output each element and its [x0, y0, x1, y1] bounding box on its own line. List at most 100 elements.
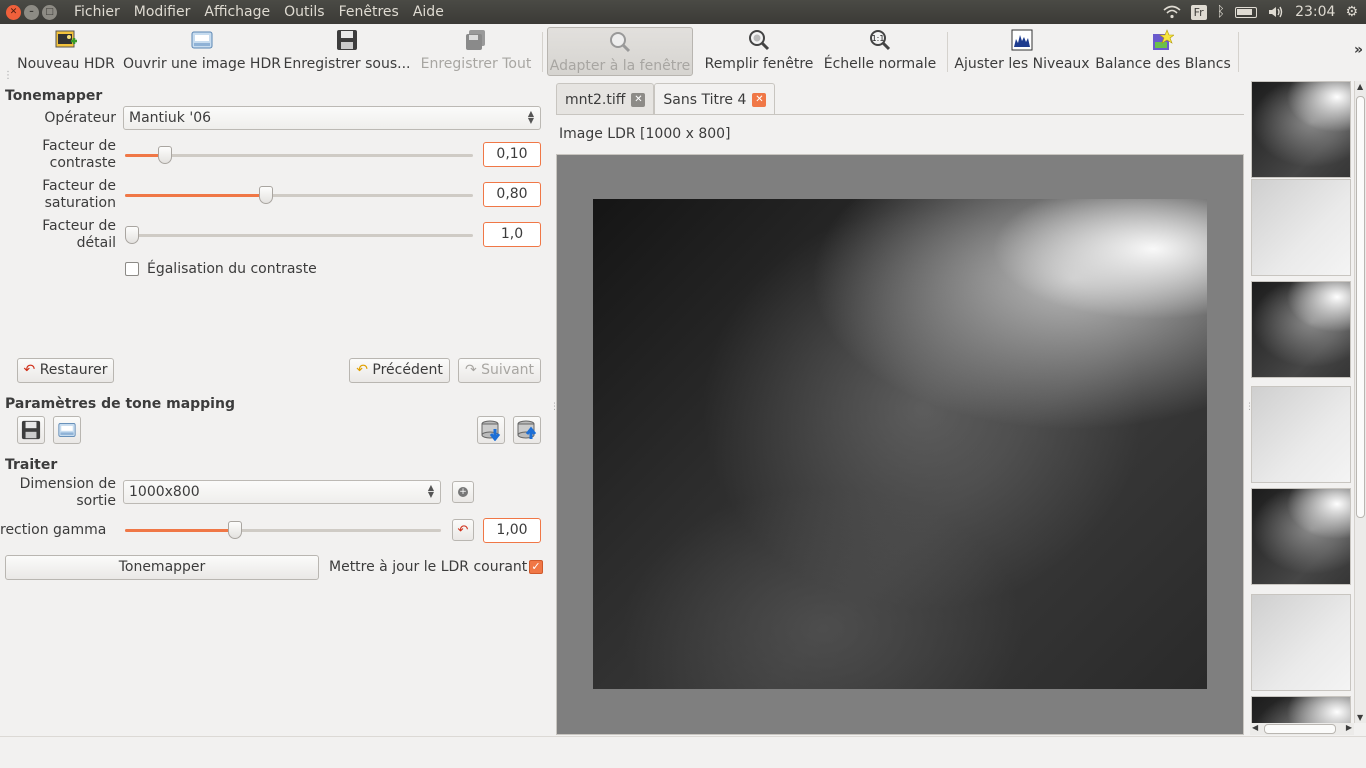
scrollbar-thumb[interactable] — [1356, 96, 1365, 518]
menu-modifier[interactable]: Modifier — [127, 4, 198, 20]
reset-gamma-button[interactable]: ↶ — [452, 519, 474, 541]
preview-thumbnail[interactable] — [1251, 696, 1351, 723]
fill-window-button[interactable]: Remplir fenêtre — [697, 24, 821, 78]
save-all-icon — [464, 28, 488, 52]
settings-gear-icon[interactable]: ⚙ — [1345, 4, 1358, 20]
menu-fichier[interactable]: Fichier — [67, 4, 127, 20]
toolbar-grip-icon: ⋮ — [3, 70, 13, 81]
clock[interactable]: 23:04 — [1295, 4, 1335, 20]
add-icon: + — [458, 487, 468, 497]
save-as-button[interactable]: Enregistrer sous... — [282, 24, 412, 78]
tonemap-button[interactable]: Tonemapper — [5, 555, 319, 580]
window-controls: ✕ – □ — [6, 4, 57, 20]
tab-label: Sans Titre 4 — [663, 91, 747, 108]
keyboard-layout-indicator[interactable]: Fr — [1190, 4, 1207, 20]
export-params-button[interactable] — [513, 416, 541, 444]
close-window-icon[interactable]: ✕ — [6, 4, 21, 20]
status-bar — [0, 736, 1366, 768]
new-hdr-button[interactable]: Nouveau HDR — [10, 24, 122, 78]
scroll-left-icon[interactable]: ◀ — [1252, 723, 1258, 732]
update-ldr-label: Mettre à jour le LDR courant — [329, 559, 528, 575]
saturation-factor-input[interactable]: 0,80 — [483, 182, 541, 207]
preview-thumbnail[interactable] — [1251, 386, 1351, 483]
open-hdr-button[interactable]: Ouvrir une image HDR — [122, 24, 282, 78]
open-icon — [58, 423, 76, 437]
menu-affichage[interactable]: Affichage — [197, 4, 277, 20]
save-params-button[interactable] — [17, 416, 45, 444]
preview-thumbnail[interactable] — [1251, 81, 1351, 178]
restore-button[interactable]: ↶ Restaurer — [17, 358, 114, 383]
scrollbar-thumb[interactable] — [1264, 724, 1336, 734]
slider-handle[interactable] — [259, 186, 273, 204]
save-all-label: Enregistrer Tout — [420, 56, 532, 72]
next-arrow-icon: ↷ — [464, 362, 477, 378]
detail-factor-label-line2: détail — [76, 235, 116, 251]
menu-aide[interactable]: Aide — [406, 4, 451, 20]
update-ldr-checkbox[interactable]: ✓ — [529, 560, 543, 574]
tab-sans-titre-4[interactable]: Sans Titre 4 ✕ — [654, 83, 776, 115]
normal-scale-label: Échelle normale — [823, 56, 937, 72]
add-output-size-button[interactable]: + — [452, 481, 474, 503]
contrast-factor-slider[interactable] — [125, 145, 473, 165]
previous-button-label: Précédent — [372, 362, 443, 378]
wifi-icon[interactable] — [1163, 5, 1181, 19]
select-arrows-icon: ▲ ▼ — [427, 483, 434, 499]
fit-window-label: Adapter à la fenêtre — [549, 58, 691, 74]
adjust-levels-button[interactable]: Ajuster les Niveaux — [952, 24, 1092, 78]
saturation-factor-slider[interactable] — [125, 185, 473, 205]
saturation-factor-label: Facteur de saturation — [0, 178, 116, 212]
menu-outils[interactable]: Outils — [277, 4, 331, 20]
gamma-correction-input[interactable]: 1,00 — [483, 518, 541, 543]
thumbnails-horizontal-scrollbar[interactable]: ◀ ▶ — [1250, 723, 1354, 735]
volume-icon[interactable] — [1267, 5, 1285, 19]
next-button[interactable]: ↷ Suivant — [458, 358, 541, 383]
saturation-factor-label-line1: Facteur de — [42, 178, 116, 194]
contrast-factor-label-line1: Facteur de — [42, 138, 116, 154]
image-viewer[interactable] — [556, 154, 1244, 735]
import-params-button[interactable] — [477, 416, 505, 444]
preview-thumbnail[interactable] — [1251, 594, 1351, 691]
slider-handle[interactable] — [228, 521, 242, 539]
saturation-factor-label-line2: saturation — [44, 195, 116, 211]
close-tab-icon[interactable]: ✕ — [631, 92, 646, 107]
detail-factor-input[interactable]: 1,0 — [483, 222, 541, 247]
normal-scale-button[interactable]: 1:1 Échelle normale — [821, 24, 939, 78]
output-size-select[interactable]: 1000x800 ▲ ▼ — [123, 480, 441, 504]
save-as-label: Enregistrer sous... — [283, 56, 411, 72]
scroll-down-icon[interactable]: ▼ — [1357, 713, 1363, 722]
preview-thumbnail[interactable] — [1251, 281, 1351, 378]
operator-label: Opérateur — [44, 110, 116, 126]
contrast-factor-input[interactable]: 0,10 — [483, 142, 541, 167]
close-tab-icon[interactable]: ✕ — [752, 92, 767, 107]
slider-handle[interactable] — [125, 226, 139, 244]
minimize-window-icon[interactable]: – — [24, 4, 39, 20]
operator-select[interactable]: Mantiuk '06 ▲ ▼ — [123, 106, 541, 130]
ldr-preview-image[interactable] — [593, 199, 1207, 689]
scroll-up-icon[interactable]: ▲ — [1357, 82, 1363, 91]
maximize-window-icon[interactable]: □ — [42, 4, 57, 20]
save-all-button[interactable]: Enregistrer Tout — [414, 24, 538, 78]
output-size-label-line2: sortie — [76, 493, 116, 509]
contrast-equalization-checkbox[interactable] — [125, 262, 139, 276]
slider-handle[interactable] — [158, 146, 172, 164]
preview-thumbnail[interactable] — [1251, 179, 1351, 276]
undo-arrow-icon: ↶ — [23, 362, 36, 378]
load-params-button[interactable] — [53, 416, 81, 444]
fill-window-label: Remplir fenêtre — [704, 56, 814, 72]
select-arrows-icon: ▲ ▼ — [527, 109, 534, 125]
fit-window-button[interactable]: Adapter à la fenêtre — [547, 27, 693, 76]
gamma-correction-slider[interactable] — [125, 520, 441, 540]
tab-mnt2[interactable]: mnt2.tiff ✕ — [556, 83, 655, 115]
bluetooth-icon[interactable]: ᛒ — [1217, 4, 1225, 20]
thumbnails-vertical-scrollbar[interactable]: ▲ ▼ — [1354, 81, 1366, 723]
menu-fenetres[interactable]: Fenêtres — [332, 4, 406, 20]
toolbar-separator — [542, 32, 543, 72]
previous-button[interactable]: ↶ Précédent — [349, 358, 450, 383]
detail-factor-slider[interactable] — [125, 225, 473, 245]
white-balance-button[interactable]: Balance des Blancs — [1092, 24, 1234, 78]
battery-icon[interactable] — [1235, 6, 1258, 18]
toolbar-overflow-button[interactable]: » — [1354, 42, 1363, 58]
slider-groove — [125, 154, 473, 157]
scroll-right-icon[interactable]: ▶ — [1346, 723, 1352, 732]
preview-thumbnail[interactable] — [1251, 488, 1351, 585]
